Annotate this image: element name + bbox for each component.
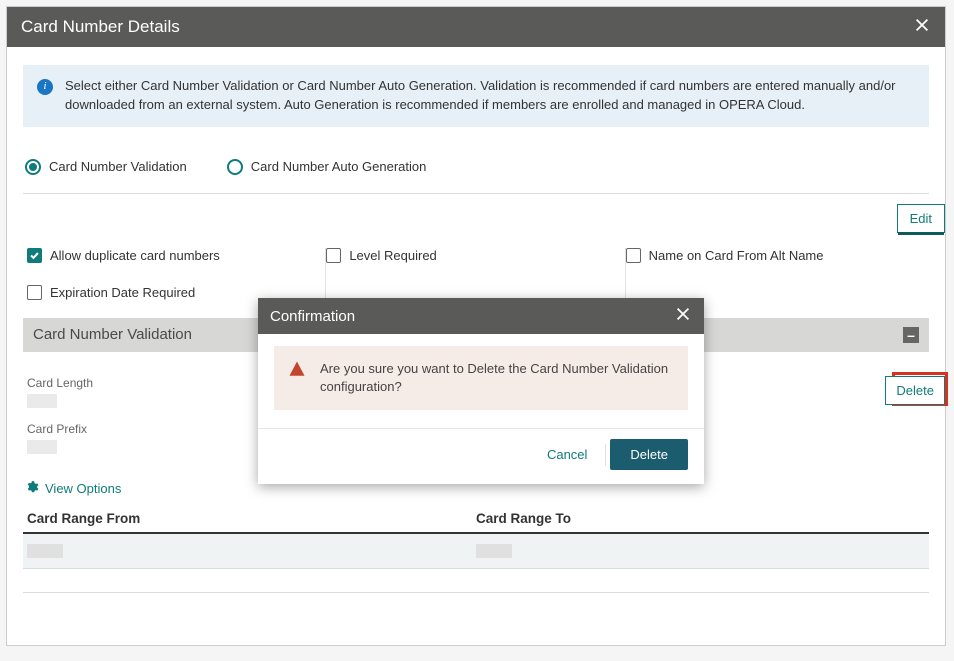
radio-auto-label: Card Number Auto Generation [251, 159, 427, 174]
checkbox-icon [626, 248, 641, 263]
panel-title: Card Number Details [21, 17, 180, 37]
section-title: Card Number Validation [33, 326, 192, 343]
cancel-button[interactable]: Cancel [531, 439, 603, 470]
range-table-header: Card Range From Card Range To [23, 505, 929, 534]
delete-button[interactable]: Delete [885, 376, 945, 405]
mode-radio-group: Card Number Validation Card Number Auto … [23, 155, 929, 194]
checkbox-grid: Allow duplicate card numbers Expiration … [23, 230, 929, 308]
checkbox-label: Allow duplicate card numbers [50, 248, 220, 263]
radio-icon [227, 159, 243, 175]
table-row[interactable] [23, 534, 929, 569]
info-text: Select either Card Number Validation or … [65, 77, 915, 115]
dialog-header: Confirmation [258, 298, 704, 334]
warning-banner: Are you sure you want to Delete the Card… [274, 346, 688, 410]
range-to-value [476, 544, 512, 558]
checkbox-icon [326, 248, 341, 263]
radio-validation[interactable]: Card Number Validation [25, 159, 187, 175]
close-icon[interactable] [674, 305, 692, 327]
checkbox-label: Expiration Date Required [50, 285, 195, 300]
close-icon[interactable] [913, 16, 931, 39]
checkbox-name-from-alt[interactable]: Name on Card From Alt Name [626, 248, 913, 263]
dialog-title: Confirmation [270, 308, 355, 325]
col-range-to: Card Range To [476, 511, 925, 526]
checkbox-label: Level Required [349, 248, 436, 263]
divider [605, 444, 606, 466]
dialog-footer: Cancel Delete [258, 428, 704, 484]
radio-icon [25, 159, 41, 175]
edit-button[interactable]: Edit [897, 204, 945, 233]
dialog-message: Are you sure you want to Delete the Card… [320, 360, 674, 396]
checkbox-level-required[interactable]: Level Required [326, 248, 612, 263]
gear-icon [25, 480, 39, 497]
info-icon: i [37, 79, 53, 95]
panel-header: Card Number Details [7, 7, 945, 47]
checkbox-icon [27, 285, 42, 300]
checkbox-allow-duplicate[interactable]: Allow duplicate card numbers [27, 248, 313, 263]
table-row [23, 569, 929, 593]
checkbox-label: Name on Card From Alt Name [649, 248, 824, 263]
radio-validation-label: Card Number Validation [49, 159, 187, 174]
confirm-delete-button[interactable]: Delete [610, 439, 688, 470]
col-range-from: Card Range From [27, 511, 476, 526]
warning-icon [288, 360, 306, 396]
radio-auto-generation[interactable]: Card Number Auto Generation [227, 159, 427, 175]
info-banner: i Select either Card Number Validation o… [23, 65, 929, 127]
checkbox-icon [27, 248, 42, 263]
view-options-label: View Options [45, 481, 121, 496]
card-prefix-value [27, 440, 57, 454]
collapse-icon[interactable]: – [903, 327, 919, 343]
confirmation-dialog: Confirmation Are you sure you want to De… [258, 298, 704, 484]
card-length-value [27, 394, 57, 408]
range-from-value [27, 544, 63, 558]
